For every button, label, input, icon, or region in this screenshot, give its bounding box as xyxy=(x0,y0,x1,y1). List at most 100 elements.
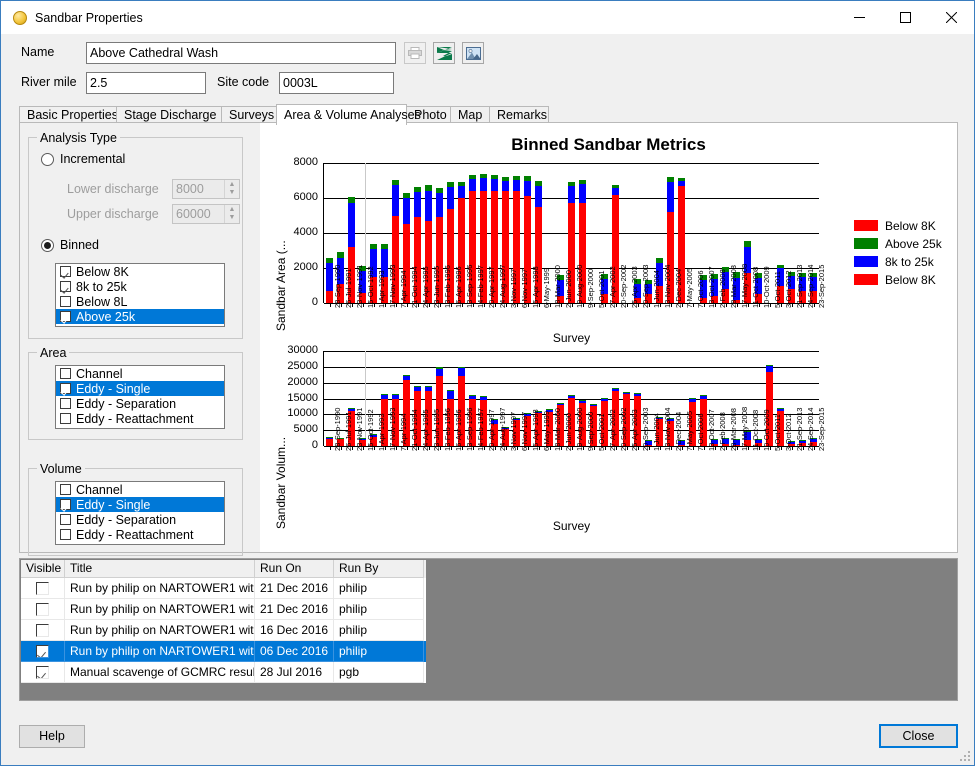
checkbox-icon[interactable] xyxy=(60,281,71,292)
chart-network-icon[interactable] xyxy=(433,42,455,64)
bar-segment xyxy=(469,178,476,191)
x-tick-label: 28-Mar-2008 xyxy=(728,408,738,451)
bar-segment xyxy=(656,257,663,263)
resize-grip[interactable] xyxy=(960,751,970,761)
bar-segment xyxy=(502,177,509,181)
list-item[interactable]: Channel xyxy=(56,366,224,381)
bar-segment xyxy=(557,403,564,406)
x-tick-label: 24-Aug-1997 xyxy=(497,407,507,451)
visible-cell[interactable] xyxy=(21,620,65,641)
bar-segment xyxy=(579,400,586,402)
table-row[interactable]: Manual scavenge of GCMRC result files 28… xyxy=(21,662,426,683)
table-row[interactable]: Run by philip on NARTOWER1 with 1 site 2… xyxy=(21,578,426,599)
visible-cell[interactable] xyxy=(21,641,65,662)
visible-cell[interactable] xyxy=(21,599,65,620)
run-on-cell: 21 Dec 2016 xyxy=(255,599,334,620)
x-tick-label: 6-Nov-1997 xyxy=(519,268,529,308)
table-row[interactable]: Run by philip on NARTOWER1 with 1 site 2… xyxy=(21,599,426,620)
column-header-run-on[interactable]: Run On xyxy=(255,560,334,578)
close-button[interactable]: Close xyxy=(879,724,958,748)
checkbox-icon[interactable] xyxy=(36,602,49,616)
lower-discharge-label: Lower discharge xyxy=(67,182,159,196)
image-icon[interactable] xyxy=(462,42,484,64)
x-tick-label: 11-Oct-2008 xyxy=(750,409,760,451)
checkbox-icon[interactable] xyxy=(60,398,71,409)
bar-segment xyxy=(447,186,454,209)
table-row[interactable]: Run by philip on NARTOWER1 with 1 site 1… xyxy=(21,620,426,641)
volume-listbox[interactable]: Channel Eddy - Single Eddy - Separation … xyxy=(55,481,225,545)
x-tick-label: 5-Oct-2001 xyxy=(596,413,606,451)
bar-segment xyxy=(634,394,641,396)
river-mile-input[interactable]: 2.5 xyxy=(86,72,206,94)
bar-segment xyxy=(447,390,454,399)
bar-segment xyxy=(392,395,399,399)
close-icon[interactable] xyxy=(928,1,974,34)
bar-segment xyxy=(458,367,465,369)
volume-group-title: Volume xyxy=(37,462,85,476)
minimize-icon[interactable] xyxy=(836,1,882,34)
checkbox-icon[interactable] xyxy=(60,413,71,424)
maximize-icon[interactable] xyxy=(882,1,928,34)
x-tick-label: 16-Apr-1996 xyxy=(453,266,463,308)
checkbox-icon[interactable] xyxy=(60,296,71,307)
list-item[interactable]: Below 8K xyxy=(56,264,224,279)
checkbox-icon[interactable] xyxy=(60,514,71,525)
list-item[interactable]: Above 25k xyxy=(56,309,224,324)
visible-cell[interactable] xyxy=(21,578,65,599)
list-item[interactable]: Eddy - Separation xyxy=(56,512,224,527)
name-input[interactable]: Above Cathedral Wash xyxy=(86,42,396,64)
x-tick-label: 5-Oct-2011 xyxy=(772,271,782,308)
site-code-input[interactable]: 0003L xyxy=(279,72,394,94)
bar-segment xyxy=(326,262,333,291)
x-tick-label: 27-Apr-2002 xyxy=(607,409,617,451)
checkbox-icon[interactable] xyxy=(60,383,71,394)
legend-swatch-above-25k xyxy=(854,238,878,249)
checkbox-icon[interactable] xyxy=(60,484,71,495)
checkbox-icon[interactable] xyxy=(36,581,49,595)
checkbox-icon[interactable] xyxy=(60,266,71,277)
area-listbox[interactable]: Channel Eddy - Single Eddy - Separation … xyxy=(55,365,225,429)
x-tick-label: 21-Sep-2013 xyxy=(794,407,804,451)
help-button[interactable]: Help xyxy=(19,725,85,748)
list-item[interactable]: Eddy - Separation xyxy=(56,396,224,411)
bar-segment xyxy=(469,395,476,400)
title-bar: Sandbar Properties xyxy=(1,1,974,34)
x-tick-label: 28-Sep-1990 xyxy=(332,264,342,308)
run-by-cell: philip xyxy=(334,620,424,641)
radio-incremental-label: Incremental xyxy=(60,152,126,166)
list-item[interactable]: Eddy - Single xyxy=(56,497,224,512)
column-header-run-by[interactable]: Run By xyxy=(334,560,424,578)
tab-area-volume-analyses[interactable]: Area & Volume Analyses xyxy=(276,104,421,125)
checkbox-icon[interactable] xyxy=(36,623,49,637)
checkbox-icon[interactable] xyxy=(60,368,71,379)
x-tick-label: 17-May-2008 xyxy=(739,406,749,451)
list-item[interactable]: Eddy - Single xyxy=(56,381,224,396)
radio-binned[interactable]: Binned xyxy=(41,238,99,252)
radio-binned-label: Binned xyxy=(60,238,99,252)
table-header-row: Visible Title Run On Run By xyxy=(21,560,426,578)
x-tick-label: 20-Sep-2003 xyxy=(640,264,650,308)
visible-cell[interactable] xyxy=(21,662,65,683)
run-on-cell: 21 Dec 2016 xyxy=(255,578,334,599)
checkbox-icon[interactable] xyxy=(60,311,71,322)
list-item[interactable]: Eddy - Reattachment xyxy=(56,527,224,542)
column-header-visible[interactable]: Visible xyxy=(21,560,65,578)
list-item[interactable]: Below 8L xyxy=(56,294,224,309)
checkbox-icon[interactable] xyxy=(60,529,71,540)
y-tick-label: 10000 xyxy=(287,407,318,420)
checkbox-icon[interactable] xyxy=(36,644,49,658)
bins-listbox[interactable]: Below 8K 8k to 25k Below 8L Above 25k xyxy=(55,263,225,327)
list-item[interactable]: Channel xyxy=(56,482,224,497)
bar xyxy=(326,436,333,446)
checkbox-icon[interactable] xyxy=(60,499,71,510)
bar-segment xyxy=(403,198,410,225)
column-header-title[interactable]: Title xyxy=(65,560,255,578)
list-item[interactable]: Eddy - Reattachment xyxy=(56,411,224,426)
checkbox-icon[interactable] xyxy=(36,665,49,679)
table-row[interactable]: Run by philip on NARTOWER1 with 11 sites… xyxy=(21,641,426,662)
radio-incremental[interactable]: Incremental xyxy=(41,152,125,166)
x-tick-label: 9-Sep-2000 xyxy=(585,268,595,308)
x-tick-label: 2-Jun-2000 xyxy=(563,270,573,308)
list-item[interactable]: 8k to 25k xyxy=(56,279,224,294)
x-tick-label: 11-Oct-2008 xyxy=(750,266,760,308)
